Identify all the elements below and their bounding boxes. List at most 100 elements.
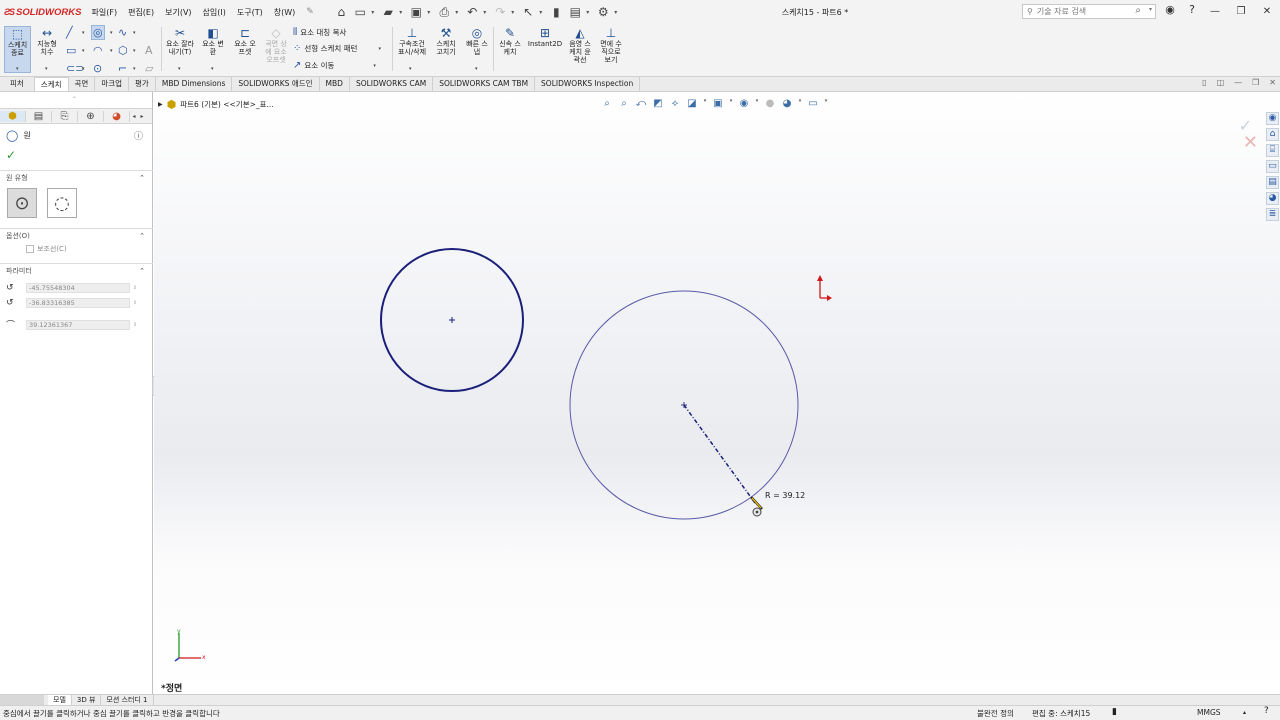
save-icon[interactable]: ▣ bbox=[408, 4, 424, 20]
spline-tool-icon[interactable]: ∿ bbox=[118, 26, 127, 39]
center-x-spinner-icon[interactable]: ⇕ bbox=[133, 285, 137, 291]
pattern-dropdown-icon[interactable]: ▾ bbox=[378, 46, 381, 52]
new-dropdown-icon[interactable]: ▾ bbox=[371, 9, 377, 16]
trim-entities-button[interactable]: ✂ 요소 잘라내기(T) bbox=[164, 26, 196, 56]
center-y-spinner-icon[interactable]: ⇕ bbox=[133, 300, 137, 306]
tab-solidworks-cam-tbm[interactable]: SOLIDWORKS CAM TBM bbox=[433, 77, 536, 91]
close-icon[interactable]: ✕ bbox=[1254, 0, 1280, 24]
tab-motion-study[interactable]: 모션 스터디 1 bbox=[101, 695, 154, 705]
circle-center-point[interactable] bbox=[449, 317, 455, 323]
smart-dimension-button[interactable]: ↔ 지능형 치수 bbox=[33, 26, 61, 56]
tab-3d-views[interactable]: 3D 뷰 bbox=[72, 695, 102, 705]
display-manager-tab-icon[interactable]: ◕ bbox=[104, 110, 130, 122]
construction-checkbox[interactable] bbox=[26, 245, 34, 253]
fillet-tool-icon[interactable]: ⌐ bbox=[118, 62, 127, 75]
exit-sketch-dropdown-icon[interactable]: ▾ bbox=[16, 66, 19, 72]
snaps-dropdown-icon[interactable]: ▾ bbox=[475, 66, 478, 72]
new-document-icon[interactable]: ▭ bbox=[352, 4, 368, 20]
search-icon[interactable]: ⌕ bbox=[1135, 5, 1141, 16]
print-dropdown-icon[interactable]: ▾ bbox=[455, 9, 461, 16]
instant2d-button[interactable]: ⊞ Instant2D bbox=[527, 26, 563, 48]
rectangle-dropdown-icon[interactable]: ▾ bbox=[82, 48, 85, 54]
relations-dropdown-icon[interactable]: ▾ bbox=[409, 66, 412, 72]
sketch-canvas[interactable]: R = 39.12 y x bbox=[154, 92, 1280, 694]
help-icon[interactable]: ? bbox=[1185, 3, 1199, 16]
offset-on-surface-button[interactable]: ◇ 곡면 상에 요소 오프셋 bbox=[262, 26, 290, 64]
tab-solidworks-cam[interactable]: SOLIDWORKS CAM bbox=[350, 77, 434, 91]
rebuild-icon[interactable]: ▮ bbox=[1112, 707, 1117, 717]
circle-dropdown-icon[interactable]: ▾ bbox=[110, 30, 113, 36]
mirror-entities-button[interactable]: ⫴ 요소 대칭 복사 bbox=[293, 27, 346, 38]
featuremanager-tab-icon[interactable]: ⬢ bbox=[0, 110, 26, 122]
options-gear-icon[interactable]: ⚙ bbox=[595, 4, 611, 20]
center-circle-button[interactable]: ⊙ bbox=[7, 188, 37, 218]
graphics-area[interactable]: ▶ ⬢ 파트6 (기본) <<기본>_표... ⌕ ⌕ ⤺ ◩ ⟡ ◪ ▾ ▣ ▾ … bbox=[154, 92, 1280, 694]
tab-surfaces[interactable]: 곡면 bbox=[69, 77, 96, 91]
trim-dropdown-icon[interactable]: ▾ bbox=[178, 66, 181, 72]
menu-file[interactable]: 파일(F) bbox=[86, 7, 123, 18]
ok-checkmark-icon[interactable]: ✓ bbox=[6, 148, 16, 162]
convert-entities-button[interactable]: ◧ 요소 변환 bbox=[198, 26, 228, 56]
save-dropdown-icon[interactable]: ▾ bbox=[427, 9, 433, 16]
convert-dropdown-icon[interactable]: ▾ bbox=[211, 66, 214, 72]
tab-solidworks-inspection[interactable]: SOLIDWORKS Inspection bbox=[535, 77, 641, 91]
help-icon[interactable]: ⓘ bbox=[134, 129, 143, 142]
user-account-icon[interactable]: ◉ bbox=[1163, 3, 1177, 16]
linear-pattern-button[interactable]: ⁘ 선형 스케치 패턴 ▾ bbox=[293, 43, 381, 54]
redo-icon[interactable]: ↷ bbox=[492, 4, 508, 20]
select-dropdown-icon[interactable]: ▾ bbox=[539, 9, 545, 16]
options-dropdown-icon[interactable]: ▾ bbox=[614, 9, 620, 16]
construction-option[interactable]: 보조선(C) bbox=[26, 244, 67, 254]
line-dropdown-icon[interactable]: ▾ bbox=[82, 30, 85, 36]
tab-model[interactable]: 모델 bbox=[48, 695, 72, 705]
menu-window[interactable]: 창(W) bbox=[268, 7, 301, 18]
repair-sketch-button[interactable]: ⚒ 스케치 고치기 bbox=[431, 26, 461, 56]
doc-minimize-icon[interactable]: — bbox=[1234, 78, 1242, 87]
spline-dropdown-icon[interactable]: ▾ bbox=[133, 30, 136, 36]
tab-solidworks-addins[interactable]: SOLIDWORKS 애드인 bbox=[232, 77, 320, 91]
slot-dropdown-icon[interactable]: ▾ bbox=[82, 66, 85, 72]
center-y-field[interactable]: -36.83316385 bbox=[26, 297, 130, 308]
section-parameters[interactable]: 파라미터 ⌃ bbox=[0, 263, 153, 277]
doc-close-icon[interactable]: ✕ bbox=[1269, 78, 1276, 87]
rebuild-traffic-light-icon[interactable]: ▮ bbox=[548, 4, 564, 20]
print-icon[interactable]: ⎙ bbox=[436, 4, 452, 20]
radius-field[interactable]: 39.12361367 bbox=[26, 319, 130, 330]
point-tool-icon[interactable]: ⊙ bbox=[93, 62, 102, 75]
polygon-tool-icon[interactable]: ⬡ bbox=[118, 44, 128, 57]
tab-mbd-dimensions[interactable]: MBD Dimensions bbox=[156, 77, 233, 91]
move-entities-button[interactable]: ↗ 요소 이동 ▾ bbox=[293, 60, 376, 71]
arc-dropdown-icon[interactable]: ▾ bbox=[110, 48, 113, 54]
select-pointer-icon[interactable]: ↖ bbox=[520, 4, 536, 20]
properties-dropdown-icon[interactable]: ▾ bbox=[586, 9, 592, 16]
pin-icon[interactable]: ✎ bbox=[301, 7, 320, 17]
tab-features[interactable]: 피처 bbox=[0, 77, 35, 91]
line-tool-icon[interactable]: ╱ bbox=[66, 26, 73, 39]
tab-evaluate[interactable]: 평가 bbox=[129, 77, 156, 91]
solidworks-logo[interactable]: ƧS SOLIDWORKS bbox=[0, 7, 86, 18]
search-box[interactable]: ⚲ 기술 자료 검색 ⌕ ▾ bbox=[1022, 4, 1156, 19]
circle-tool-icon[interactable]: ◎ bbox=[91, 25, 105, 40]
split-icon[interactable]: ◫ bbox=[1217, 78, 1225, 87]
arc-tool-icon[interactable]: ◠ bbox=[93, 44, 103, 57]
panel-tabs-right-arrow-icon[interactable]: ▸ bbox=[138, 113, 146, 120]
menu-view[interactable]: 보기(V) bbox=[160, 7, 197, 18]
move-dropdown-icon[interactable]: ▾ bbox=[373, 63, 376, 69]
configurationmanager-tab-icon[interactable]: ⎘ bbox=[52, 110, 78, 122]
menu-edit[interactable]: 편집(E) bbox=[123, 7, 160, 18]
section-options[interactable]: 옵션(O) ⌃ bbox=[0, 228, 153, 242]
home-icon[interactable]: ⌂ bbox=[333, 4, 349, 20]
offset-entities-button[interactable]: ⊏ 요소 오프셋 bbox=[230, 26, 260, 56]
shaded-sketch-contours-button[interactable]: ◭ 음영 스케치 윤곽선 bbox=[565, 26, 595, 64]
tab-sketch[interactable]: 스케치 bbox=[34, 77, 69, 91]
collapse-chevron-icon[interactable]: ⌃ bbox=[139, 232, 145, 240]
minimize-icon[interactable]: — bbox=[1202, 0, 1228, 24]
propertymanager-tab-icon[interactable]: ▤ bbox=[26, 110, 52, 122]
rectangle-tool-icon[interactable]: ▭ bbox=[66, 44, 76, 57]
tab-mbd[interactable]: MBD bbox=[320, 77, 350, 91]
center-x-field[interactable]: -45.75548304 bbox=[26, 282, 130, 293]
section-circle-type[interactable]: 원 유형 ⌃ bbox=[0, 170, 153, 184]
radius-spinner-icon[interactable]: ⇕ bbox=[133, 322, 137, 328]
rapid-sketch-button[interactable]: ✎ 신속 스케치 bbox=[496, 26, 524, 56]
menu-insert[interactable]: 삽입(I) bbox=[197, 7, 231, 18]
